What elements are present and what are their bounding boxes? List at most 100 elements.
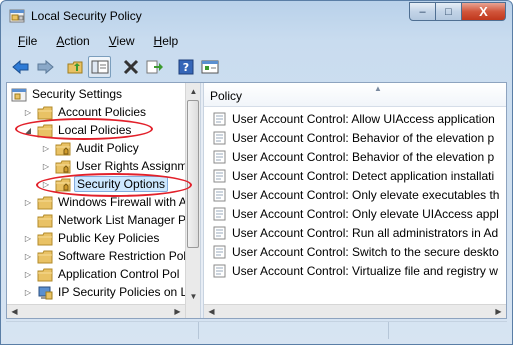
policy-name: User Account Control: Only elevate execu… <box>232 187 500 202</box>
tree-item-label: Security Options <box>74 176 169 192</box>
tree-item[interactable]: ▷ Account Policies <box>23 103 148 121</box>
list-item[interactable]: User Account Control: Switch to the secu… <box>204 242 506 261</box>
scroll-thumb[interactable] <box>187 100 199 248</box>
tree-item[interactable]: ◢ Local Policies <box>23 121 133 139</box>
delete-button[interactable] <box>119 56 142 78</box>
policy-setting-icon <box>213 131 226 145</box>
folder-icon <box>37 106 53 119</box>
scroll-right-icon[interactable]: ▶ <box>491 304 506 319</box>
expand-arrow-icon[interactable] <box>23 215 33 225</box>
help-button[interactable]: ? <box>174 56 197 78</box>
menu-bar: File Action View Help <box>6 32 507 51</box>
list-item[interactable]: User Account Control: Run all administra… <box>204 223 506 242</box>
tree-pane[interactable]: Security Settings ▷ Account Policies ◢ Loca… <box>7 83 200 318</box>
sort-arrow-icon: ▲ <box>374 84 382 93</box>
expand-arrow-icon[interactable]: ▷ <box>23 107 33 117</box>
policy-setting-icon <box>213 264 226 278</box>
details-pane[interactable]: ▲ Policy User Account Control: Allow UIA… <box>204 83 506 318</box>
list-item[interactable]: User Account Control: Virtualize file an… <box>204 261 506 280</box>
expand-arrow-icon[interactable]: ▷ <box>23 269 33 279</box>
list-item[interactable]: User Account Control: Behavior of the el… <box>204 147 506 166</box>
tree-item[interactable]: ▷ IP Security Policies on L <box>23 283 189 301</box>
column-header-policy[interactable]: ▲ Policy <box>204 83 506 107</box>
scroll-left-icon[interactable]: ◀ <box>204 304 219 319</box>
policy-setting-icon <box>213 112 226 126</box>
security-policy-app-icon <box>9 8 25 24</box>
tree-item[interactable]: ▷ Application Control Pol <box>23 265 181 283</box>
close-icon: X <box>479 4 488 19</box>
help-icon: ? <box>178 59 193 75</box>
up-folder-icon <box>67 61 82 74</box>
ip-security-icon <box>37 286 53 299</box>
folder-icon <box>37 124 53 137</box>
policy-name: User Account Control: Detect application… <box>232 168 495 183</box>
scroll-left-icon[interactable]: ◀ <box>7 304 22 319</box>
tree-item[interactable]: ▷ Windows Firewall with A <box>23 193 189 211</box>
tree-item[interactable]: ▷ User Rights Assignm <box>41 157 189 175</box>
list-item[interactable]: User Account Control: Only elevate UIAcc… <box>204 204 506 223</box>
expand-arrow-icon[interactable]: ▷ <box>41 143 51 153</box>
local-security-policy-window: Local Security Policy – □ X File Action … <box>0 0 513 345</box>
toolbar-separator <box>57 56 63 78</box>
list-item[interactable]: User Account Control: Detect application… <box>204 166 506 185</box>
menu-action[interactable]: Action <box>44 32 96 51</box>
status-pane <box>6 322 199 339</box>
expand-arrow-icon[interactable]: ▷ <box>23 287 33 297</box>
status-pane <box>389 322 507 339</box>
policy-setting-icon <box>213 226 226 240</box>
policy-name: User Account Control: Switch to the secu… <box>232 244 499 259</box>
tree-horizontal-scrollbar[interactable]: ◀ ▶ <box>7 304 185 318</box>
export-list-button[interactable] <box>143 56 166 78</box>
window-title: Local Security Policy <box>31 9 142 23</box>
tree-item[interactable]: Network List Manager P <box>23 211 188 229</box>
title-bar[interactable]: Local Security Policy – □ X <box>1 1 512 31</box>
export-list-icon <box>146 60 163 74</box>
tree-item-label: Network List Manager P <box>58 213 187 227</box>
forward-icon <box>37 59 54 75</box>
tree-item[interactable]: ▷ Public Key Policies <box>23 229 161 247</box>
folder-icon <box>37 250 53 263</box>
tree-item[interactable]: ▷ Audit Policy <box>41 139 141 157</box>
forward-button[interactable] <box>33 56 56 78</box>
list-item[interactable]: User Account Control: Allow UIAccess app… <box>204 109 506 128</box>
show-hide-tree-button[interactable] <box>88 56 111 78</box>
expand-arrow-icon[interactable]: ▷ <box>41 161 51 171</box>
tree-item[interactable]: ▷ Software Restriction Pol <box>23 247 188 265</box>
list-item[interactable]: User Account Control: Behavior of the el… <box>204 128 506 147</box>
svg-text:?: ? <box>182 61 188 74</box>
list-horizontal-scrollbar[interactable]: ◀ ▶ <box>204 304 506 318</box>
policy-setting-icon <box>213 207 226 221</box>
minimize-button[interactable]: – <box>409 2 436 21</box>
scroll-down-icon[interactable]: ▼ <box>186 288 200 304</box>
scroll-up-icon[interactable]: ▲ <box>186 83 200 99</box>
menu-help[interactable]: Help <box>142 32 186 51</box>
properties-button[interactable] <box>198 56 221 78</box>
properties-icon <box>201 60 218 74</box>
folder-icon <box>55 178 71 191</box>
expand-arrow-icon[interactable]: ▷ <box>23 233 33 243</box>
caption-buttons: – □ X <box>409 2 506 21</box>
tree-root[interactable]: Security Settings <box>11 85 124 103</box>
tree-item[interactable]: ▷ Security Options <box>41 175 169 193</box>
tree-item-label: Software Restriction Pol <box>58 249 187 263</box>
up-one-level-button[interactable] <box>64 56 87 78</box>
scroll-right-icon[interactable]: ▶ <box>170 304 185 319</box>
status-bar <box>6 321 507 339</box>
collapse-arrow-icon[interactable]: ◢ <box>23 125 33 135</box>
policy-setting-icon <box>213 169 226 183</box>
close-button[interactable]: X <box>462 2 506 21</box>
menu-view[interactable]: View <box>97 32 142 51</box>
back-button[interactable] <box>9 56 32 78</box>
security-settings-icon <box>11 88 27 101</box>
expand-arrow-icon[interactable]: ▷ <box>41 179 51 189</box>
list-item[interactable]: User Account Control: Only elevate execu… <box>204 185 506 204</box>
policy-name: User Account Control: Allow UIAccess app… <box>232 111 495 126</box>
menu-file[interactable]: File <box>6 32 44 51</box>
expand-arrow-icon[interactable]: ▷ <box>23 197 33 207</box>
maximize-icon: □ <box>445 5 452 18</box>
expand-arrow-icon[interactable]: ▷ <box>23 251 33 261</box>
tree-vertical-scrollbar[interactable]: ▲ ▼ <box>185 83 200 318</box>
list-header: ▲ Policy <box>204 83 506 107</box>
maximize-button[interactable]: □ <box>436 2 462 21</box>
tree-item-label: Local Policies <box>58 123 132 137</box>
